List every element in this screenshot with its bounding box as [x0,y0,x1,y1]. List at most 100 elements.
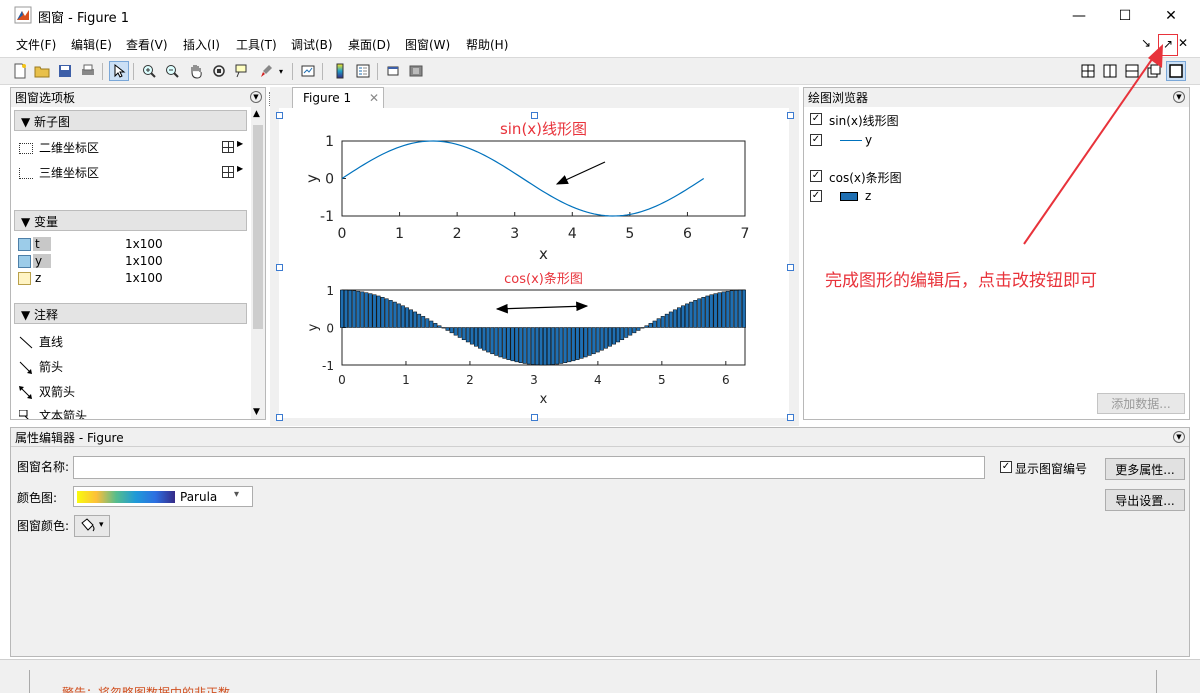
x-tick-label: 0 [338,226,347,242]
link-plot-icon[interactable] [298,61,318,81]
scroll-up-icon[interactable]: ▲ [253,109,260,119]
grid-picker-3d-icon[interactable] [222,166,234,178]
figure-name-input[interactable] [73,456,985,479]
annotation-arrow[interactable]: 箭头 [19,358,63,375]
selection-handle[interactable] [276,414,283,421]
grid-picker-2d-icon[interactable] [222,141,234,153]
menu-tools[interactable]: 工具(T) [236,36,277,53]
selection-handle[interactable] [276,112,283,119]
cos-bar [624,327,629,338]
plots-svg[interactable]: sin(x)线形图0 1 2 3 4 5 6 7-101xycos(x)条形图0 1 2 3 4 5 6-… [279,108,789,418]
brush-icon[interactable] [256,61,276,81]
cos-bar [551,327,556,365]
zoom-in-icon[interactable] [139,61,159,81]
variable-z-name[interactable]: z [35,271,41,285]
pan-icon[interactable] [186,61,206,81]
colorbar-icon[interactable] [330,61,350,81]
section-variables[interactable]: ▼ 变量 [14,210,247,231]
cos-bar [522,327,527,364]
cos-bar [587,327,592,356]
section-new-subplot[interactable]: ▼ 新子图 [14,110,247,131]
palette-scroll-thumb[interactable] [253,125,263,329]
cos-bar [530,327,535,365]
cos-bar [474,327,478,347]
selection-handle[interactable] [787,414,794,421]
cos-bar [510,327,515,362]
selection-handle[interactable] [531,414,538,421]
grid-picker-2d-arrow-icon[interactable]: ▶ [237,139,243,148]
brush-dropdown-icon[interactable]: ▾ [276,61,286,81]
maximize-button[interactable]: ☐ [1102,0,1148,32]
bar-z-label[interactable]: z [865,189,871,203]
menu-debug[interactable]: 调试(B) [291,36,333,53]
menu-insert[interactable]: 插入(I) [183,36,220,53]
menu-view[interactable]: 查看(V) [126,36,168,53]
print-icon[interactable] [78,61,98,81]
menu-edit[interactable]: 编辑(E) [71,36,112,53]
menu-window[interactable]: 图窗(W) [405,36,450,53]
pointer-icon[interactable] [109,61,129,81]
add-3d-axes[interactable]: 三维坐标区 [19,164,99,181]
menu-help[interactable]: 帮助(H) [466,36,508,53]
add-data-button[interactable]: 添加数据... [1097,393,1185,414]
title-bar: 图窗 - Figure 1 — ☐ ✕ [0,0,1200,32]
bar-z-checkbox[interactable]: ✓ [810,190,822,202]
cos-bar [616,327,621,343]
axes-1-label[interactable]: sin(x)线形图 [829,112,899,129]
line-y-label[interactable]: y [865,133,872,147]
annotation-double-arrow[interactable]: 双箭头 [19,383,75,400]
cos-bar [612,327,616,345]
variable-y-name[interactable]: y [33,254,51,268]
tab-close-icon[interactable]: ✕ [369,91,379,105]
cos-bar [725,290,730,328]
save-icon[interactable] [55,61,75,81]
x-tick-label: 3 [510,226,519,242]
show-figure-number-checkbox[interactable]: ✓ [1000,461,1012,473]
selection-handle[interactable] [276,264,283,271]
cos-bar [689,301,694,328]
selection-handle[interactable] [787,112,794,119]
cos-bar [620,327,625,341]
annotation-text-arrow[interactable]: 文本箭头 [19,407,87,419]
add-2d-axes[interactable]: 二维坐标区 [19,139,99,156]
colormap-select[interactable]: Parula ▾ [73,486,253,507]
minimize-button[interactable]: — [1056,0,1102,32]
property-editor-collapse-icon[interactable]: ▼ [1173,431,1185,443]
more-properties-button[interactable]: 更多属性... [1105,458,1185,480]
legend-icon[interactable] [353,61,373,81]
open-icon[interactable] [32,61,52,81]
section-annotations[interactable]: ▼ 注释 [14,303,247,324]
cos-bar [344,289,349,328]
new-figure-icon[interactable] [10,61,30,81]
figure-color-button[interactable]: ▾ [74,515,110,537]
axes-2-checkbox[interactable]: ✓ [810,170,822,182]
close-window-button[interactable]: ✕ [1148,0,1194,32]
menu-file[interactable]: 文件(F) [16,36,56,53]
export-settings-button[interactable]: 导出设置... [1105,489,1185,511]
data-cursor-icon[interactable] [232,61,252,81]
selection-handle[interactable] [787,264,794,271]
hide-plot-tools-icon[interactable] [383,61,403,81]
x-axis-label: x [540,392,548,407]
line-y-checkbox[interactable]: ✓ [810,134,822,146]
menu-desktop[interactable]: 桌面(D) [348,36,391,53]
axes-2-label[interactable]: cos(x)条形图 [829,169,902,186]
toolbar-separator [102,63,103,80]
selection-handle[interactable] [531,112,538,119]
cos-bar [664,313,669,328]
annotation-line[interactable]: 直线 [19,333,63,350]
cos-bar [705,295,710,328]
figure-canvas[interactable]: sin(x)线形图 0 1 2 3 4 5 6 7 -1 0 1 x y cos(x)条形图 0 1 2 3 4 5 6-… [279,108,789,418]
palette-collapse-icon[interactable]: ▼ [250,91,262,103]
zoom-out-icon[interactable] [162,61,182,81]
tab-figure-1[interactable]: Figure 1 ✕ [292,87,384,109]
line-icon [19,336,33,349]
axes-1-checkbox[interactable]: ✓ [810,113,822,125]
rotate-3d-icon[interactable] [209,61,229,81]
variable-t-name[interactable]: t [33,237,51,251]
show-plot-tools-icon[interactable] [406,61,426,81]
palette-scrollbar[interactable]: ▲ ▼ [251,107,265,419]
grid-picker-3d-arrow-icon[interactable]: ▶ [237,164,243,173]
scroll-down-icon[interactable]: ▼ [253,407,260,417]
y-tick-label: -1 [322,359,334,373]
